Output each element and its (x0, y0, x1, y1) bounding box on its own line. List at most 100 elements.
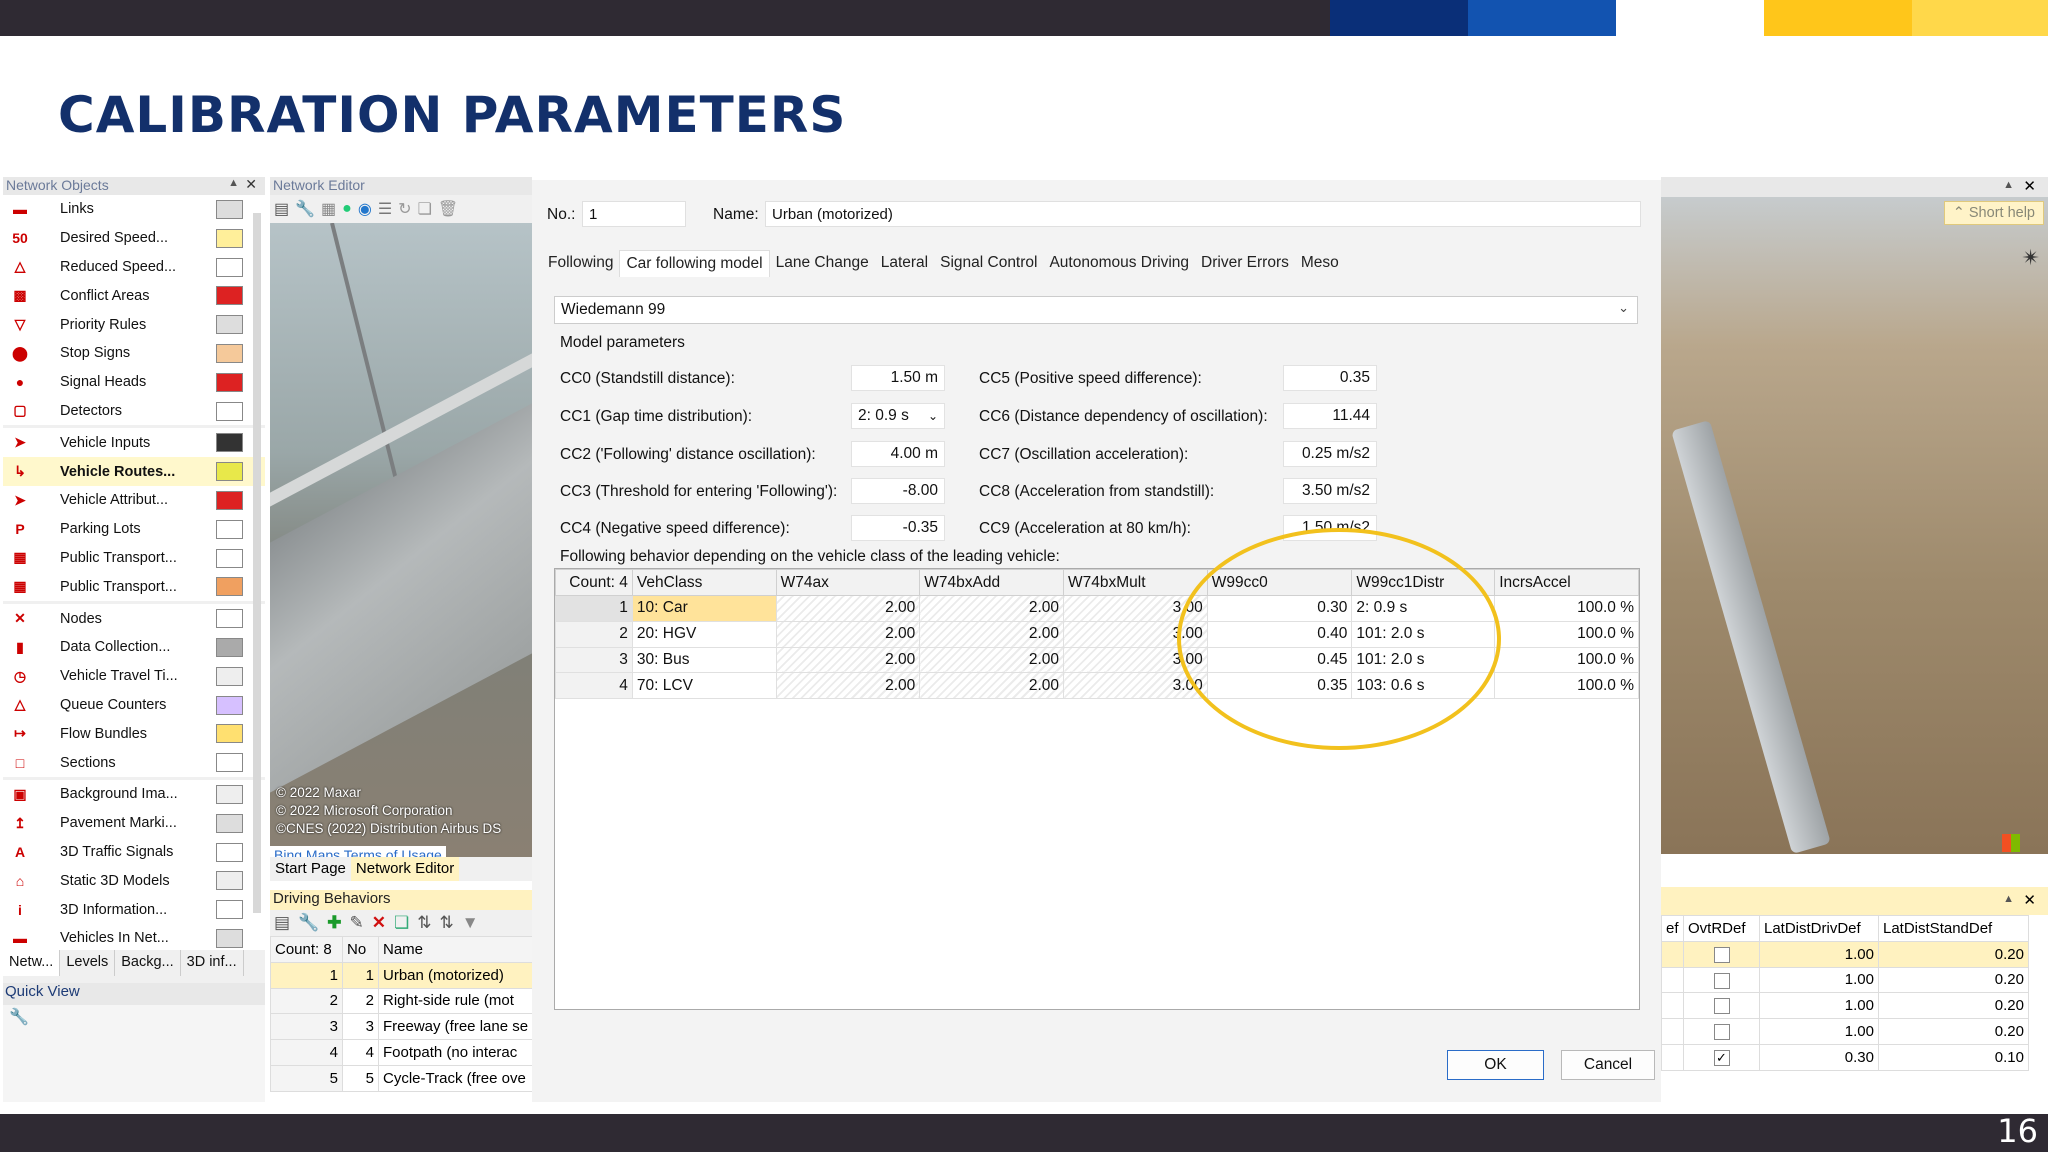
network-object-item[interactable]: ↦ Flow Bundles (3, 719, 265, 748)
column-header[interactable]: OvtRDef (1683, 915, 1760, 942)
scrollbar[interactable] (253, 213, 261, 913)
table-row[interactable]: 3 3 Freeway (free lane se (270, 1013, 540, 1041)
table-row[interactable]: 1.00 0.20 (1661, 940, 2029, 968)
visibility-swatch[interactable] (216, 200, 243, 219)
visibility-swatch[interactable] (216, 928, 243, 948)
network-object-item[interactable]: i 3D Information... (3, 895, 265, 924)
visibility-swatch[interactable] (216, 900, 243, 920)
network-object-item[interactable]: ⬤ Stop Signs (3, 339, 265, 368)
column-header[interactable]: VehClass (631, 569, 777, 596)
network-object-item[interactable]: A 3D Traffic Signals (3, 838, 265, 867)
table-icon[interactable]: ▤ (274, 199, 289, 219)
dialog-tab[interactable]: Driver Errors (1195, 250, 1295, 277)
wrench-icon[interactable]: 🔧 (298, 913, 319, 933)
close-icon[interactable]: ✕ (245, 176, 257, 193)
left-tab[interactable]: 3D inf... (181, 950, 244, 976)
column-header[interactable]: LatDistDrivDef (1759, 915, 1879, 942)
no-field[interactable]: 1 (582, 201, 686, 227)
visibility-swatch[interactable] (216, 519, 243, 539)
3d-network-view[interactable]: © 2022 Maxar © 2022 Microsoft Corporatio… (270, 223, 532, 878)
sort-descending-icon[interactable]: ⇅ (439, 913, 453, 933)
pin-icon[interactable]: ▲ (2003, 179, 2014, 191)
network-object-item[interactable]: □ Sections (3, 748, 265, 777)
overtake-right-checkbox[interactable]: ✓ (1683, 1043, 1760, 1071)
column-header[interactable]: Name (378, 936, 540, 963)
edit-icon[interactable]: ✎ (349, 913, 363, 933)
veh-class-cell[interactable]: 70: LCV (631, 672, 777, 700)
close-icon[interactable]: ✕ (2023, 177, 2036, 195)
column-header[interactable]: W74bxAdd (919, 569, 1064, 596)
dialog-tab[interactable]: Car following model (619, 250, 770, 277)
w74ax-cell[interactable]: 2.00 (775, 646, 921, 674)
network-object-item[interactable]: ▦ Public Transport... (3, 572, 265, 601)
incrsaccel-cell[interactable]: 100.0 % (1494, 672, 1639, 700)
globe-icon[interactable]: ● (342, 200, 352, 218)
dialog-tab[interactable]: Following (542, 250, 619, 277)
visibility-swatch[interactable] (216, 228, 243, 248)
dialog-tab[interactable]: Autonomous Driving (1043, 250, 1195, 277)
visibility-swatch[interactable] (216, 401, 243, 421)
checkbox[interactable]: ✓ (1713, 1049, 1730, 1066)
network-object-item[interactable]: 50 Desired Speed... (3, 224, 265, 253)
visibility-swatch[interactable] (216, 315, 243, 335)
copy-icon[interactable]: ❏ (418, 199, 432, 219)
ok-button[interactable]: OK (1447, 1050, 1544, 1080)
location-pin-icon[interactable]: ◉ (358, 199, 372, 219)
network-object-item[interactable]: ➤ Vehicle Attribut... (3, 486, 265, 515)
veh-class-cell[interactable]: 10: Car (631, 595, 777, 622)
car-following-model-select[interactable]: Wiedemann 99 ⌄ (554, 296, 1638, 324)
sort-ascending-icon[interactable]: ⇅ (417, 913, 431, 933)
cancel-button[interactable]: Cancel (1561, 1050, 1655, 1080)
filter-icon[interactable]: ▼ (462, 913, 479, 933)
dialog-tab[interactable]: Meso (1295, 250, 1345, 277)
network-object-item[interactable]: ▦ Public Transport... (3, 544, 265, 573)
visibility-swatch[interactable] (216, 609, 243, 629)
table-row[interactable]: ✓ 0.30 0.10 (1661, 1043, 2029, 1071)
network-object-item[interactable]: ▽ Priority Rules (3, 310, 265, 339)
column-header[interactable]: IncrsAccel (1494, 569, 1639, 596)
add-icon[interactable]: ✚ (327, 913, 341, 933)
table-icon[interactable]: ▤ (274, 913, 290, 933)
left-tab[interactable]: Netw... (3, 950, 61, 976)
incrsaccel-cell[interactable]: 100.0 % (1494, 595, 1639, 622)
network-object-item[interactable]: ▮ Data Collection... (3, 633, 265, 662)
visibility-swatch[interactable] (216, 372, 243, 392)
overtake-right-checkbox[interactable] (1683, 940, 1760, 968)
column-header[interactable]: W74ax (775, 569, 921, 596)
incrsaccel-cell[interactable]: 100.0 % (1494, 620, 1639, 648)
table-row[interactable]: 1.00 0.20 (1661, 992, 2029, 1020)
list-icon[interactable]: ☰ (378, 199, 392, 219)
visibility-swatch[interactable] (216, 871, 243, 891)
w74bxadd-cell[interactable]: 2.00 (919, 595, 1064, 622)
cc1-select[interactable]: 2: 0.9 s ⌄ (851, 403, 945, 429)
short-help-button[interactable]: ⌃ Short help (1943, 201, 2044, 225)
left-tab[interactable]: Levels (60, 950, 116, 976)
dialog-tab[interactable]: Signal Control (934, 250, 1043, 277)
w74ax-cell[interactable]: 2.00 (775, 620, 921, 648)
param-input[interactable]: 11.44 (1283, 403, 1377, 429)
network-object-item[interactable]: ▬ Vehicles In Net... (3, 924, 265, 953)
network-object-item[interactable]: △ Reduced Speed... (3, 253, 265, 282)
veh-class-cell[interactable]: 20: HGV (631, 620, 777, 648)
visibility-swatch[interactable] (216, 666, 243, 686)
3d-view-right[interactable]: ▲ ✕ ⌃ Short help ✴ (1661, 177, 2048, 854)
dialog-tab[interactable]: Lane Change (770, 250, 875, 277)
dialog-tab[interactable]: Lateral (875, 250, 934, 277)
network-object-item[interactable]: ↳ Vehicle Routes... (3, 457, 265, 486)
network-object-item[interactable]: ↥ Pavement Marki... (3, 809, 265, 838)
visibility-swatch[interactable] (216, 548, 243, 568)
param-input[interactable]: 0.25 m/s2 (1283, 441, 1377, 467)
name-field[interactable]: Urban (motorized) (765, 201, 1641, 227)
wrench-icon[interactable]: 🔧 (9, 1007, 29, 1027)
table-row[interactable]: 1.00 0.20 (1661, 1018, 2029, 1045)
network-object-item[interactable]: ◷ Vehicle Travel Ti... (3, 662, 265, 691)
visibility-swatch[interactable] (216, 842, 243, 862)
incrsaccel-cell[interactable]: 100.0 % (1494, 646, 1639, 674)
pin-icon[interactable]: ▲ (2003, 893, 2014, 905)
visibility-swatch[interactable] (216, 433, 243, 453)
visibility-swatch[interactable] (216, 784, 243, 804)
network-object-item[interactable]: ▩ Conflict Areas (3, 281, 265, 310)
visibility-swatch[interactable] (216, 813, 243, 833)
visibility-swatch[interactable] (216, 257, 243, 277)
tab-start-page[interactable]: Start Page (270, 857, 351, 881)
